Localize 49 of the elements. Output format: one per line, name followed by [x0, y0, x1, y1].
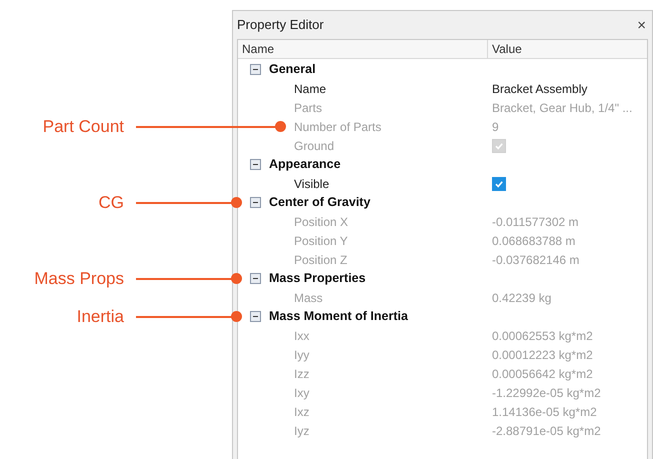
property-value: Bracket Assembly [491, 80, 588, 98]
property-name: Mass [293, 290, 324, 306]
property-value: Bracket, Gear Hub, 1/4" ... [491, 100, 632, 116]
property-value: -0.011577302 m [491, 214, 579, 230]
category-label: General [269, 61, 316, 78]
property-value: 0.00056642 kg*m2 [491, 366, 593, 382]
property-value: -0.037682146 m [491, 252, 580, 268]
close-button[interactable]: × [637, 18, 646, 32]
property-value: 1.14136e-05 kg*m2 [491, 404, 597, 420]
checkmark-icon [494, 140, 504, 150]
checkmark-icon [494, 178, 504, 188]
property-name: Iyy [293, 346, 310, 364]
property-name: Izz [293, 366, 310, 382]
collapse-icon[interactable] [250, 311, 261, 322]
column-header[interactable]: Name [238, 40, 488, 58]
property-value: 0.00062553 kg*m2 [491, 328, 593, 344]
property-name: Position X [293, 214, 350, 230]
collapse-icon[interactable] [250, 273, 261, 284]
property-name: Ground [293, 138, 336, 154]
property-value: 0.00012223 kg*m2 [491, 346, 593, 364]
collapse-icon[interactable] [250, 64, 261, 75]
property-value: -2.88791e-05 kg*m2 [491, 422, 601, 440]
property-name: Ixx [293, 328, 310, 344]
collapse-icon[interactable] [250, 197, 261, 208]
callout-label: CG [98, 192, 124, 214]
collapse-icon[interactable] [250, 159, 261, 170]
property-name: Position Y [293, 232, 349, 250]
property-name: Number of Parts [293, 118, 382, 136]
property-name: Parts [293, 100, 324, 116]
property-name: Ixy [293, 384, 310, 402]
category-label: Appearance [269, 156, 341, 174]
property-name: Visible [293, 176, 330, 192]
property-value: 9 [491, 118, 499, 136]
property-name: Position Z [293, 252, 348, 268]
category-label: Mass Properties [269, 270, 366, 288]
property-name: Name [293, 80, 328, 98]
property-value: 0.42239 kg [491, 290, 552, 306]
property-name: Iyz [293, 422, 310, 440]
category-label: Mass Moment of Inertia [269, 308, 408, 326]
callout-label: Inertia [76, 306, 124, 328]
window-title: Property Editor [237, 16, 324, 34]
callout-label: Mass Props [33, 268, 124, 290]
column-header[interactable]: Value [488, 40, 647, 58]
property-value: -1.22992e-05 kg*m2 [491, 384, 601, 402]
category-label: Center of Gravity [269, 194, 370, 212]
property-name: Ixz [293, 404, 310, 420]
callout-label: Part Count [42, 116, 124, 138]
property-value: 0.068683788 m [491, 232, 576, 250]
checkbox[interactable] [492, 176, 506, 190]
